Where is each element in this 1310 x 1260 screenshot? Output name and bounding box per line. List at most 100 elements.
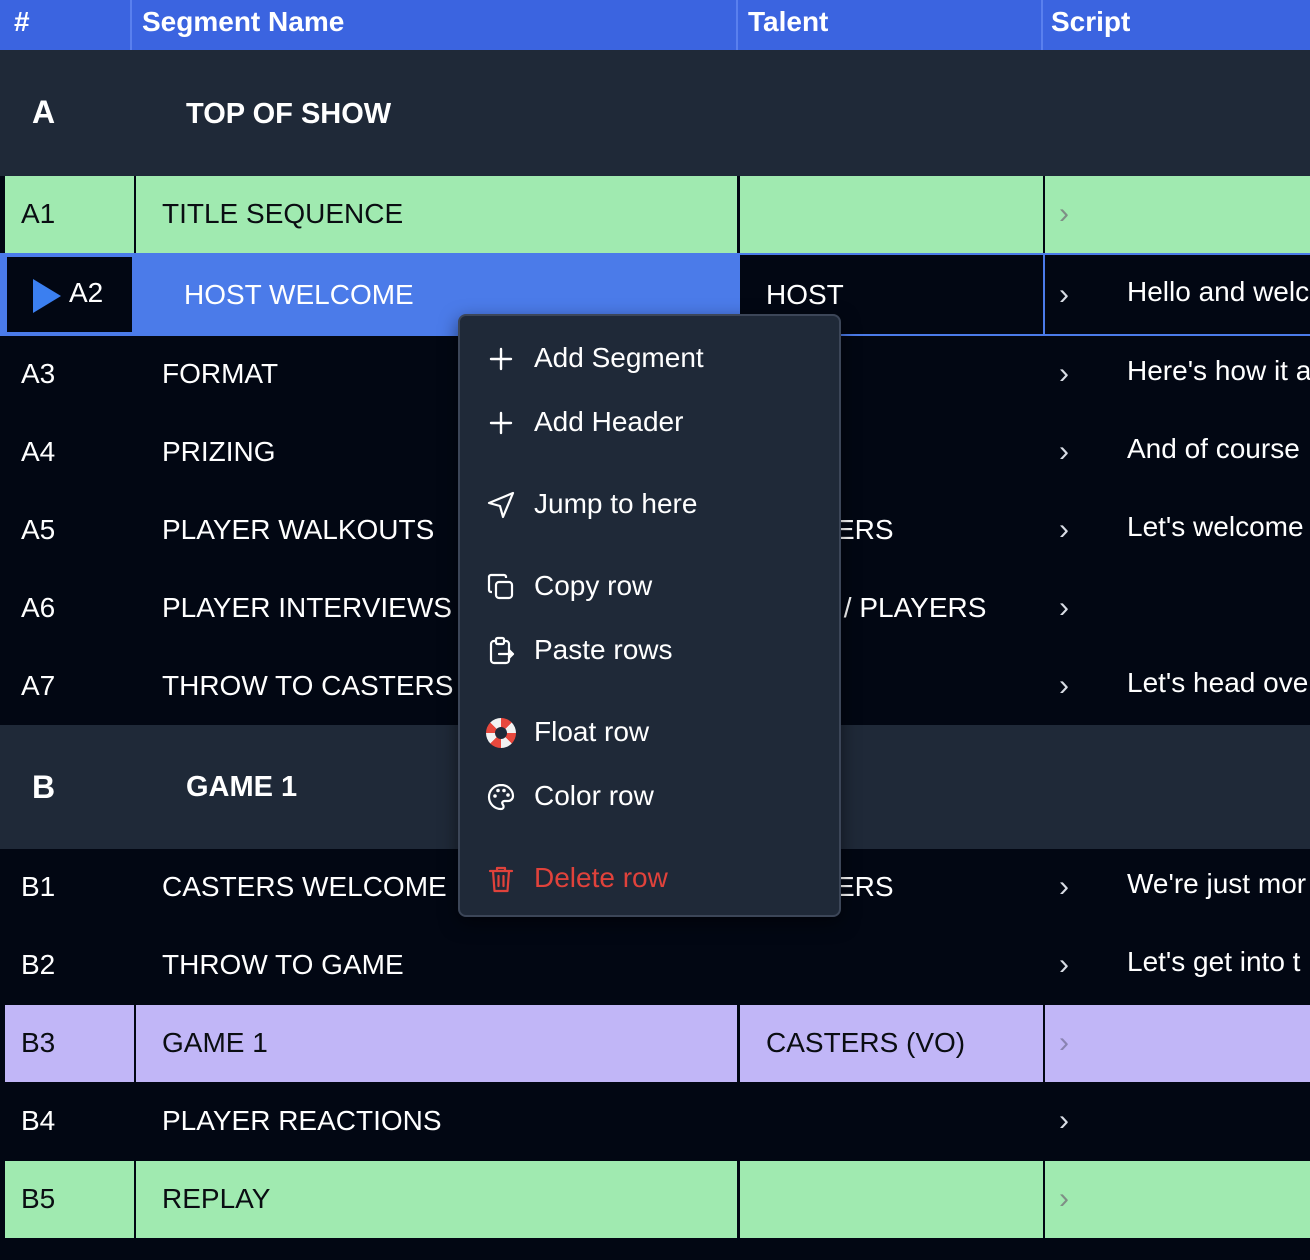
row-number: B5	[5, 1161, 134, 1238]
group-header-row[interactable]: A TOP OF SHOW	[0, 50, 1310, 176]
table-row[interactable]: B4 PLAYER REACTIONS ›	[0, 1083, 1310, 1161]
menu-item-label: Copy row	[534, 570, 653, 601]
play-icon	[33, 279, 61, 313]
row-number: A5	[5, 492, 134, 569]
row-number: A6	[5, 570, 134, 647]
chevron-right-icon[interactable]: ›	[1059, 927, 1069, 1003]
script-preview: Let's welcome	[1127, 511, 1304, 542]
script-cell[interactable]: ›	[1045, 570, 1310, 647]
chevron-right-icon[interactable]: ›	[1059, 492, 1069, 568]
column-header-number[interactable]: #	[0, 0, 130, 50]
table-row[interactable]: B5 REPLAY ›	[0, 1161, 1310, 1239]
menu-item-label: Add Segment	[534, 342, 704, 373]
script-cell[interactable]: › Here's how it a	[1045, 336, 1310, 413]
script-cell[interactable]: › And of course	[1045, 414, 1310, 491]
script-preview: Let's get into t	[1127, 946, 1301, 977]
table-row[interactable]: B3 GAME 1 CASTERS (VO) ›	[0, 1005, 1310, 1083]
menu-item-delete-row[interactable]: Delete row	[460, 852, 839, 904]
group-name: GAME 1	[186, 771, 298, 803]
segment-name-cell[interactable]: THROW TO GAME	[136, 927, 737, 1004]
trash-icon	[488, 866, 514, 893]
menu-item-add-header[interactable]: Add Header	[460, 396, 839, 448]
segment-name-cell[interactable]: PLAYER REACTIONS	[136, 1083, 737, 1160]
segment-name-cell[interactable]: GAME 1	[136, 1005, 737, 1082]
menu-item-add-segment[interactable]: Add Segment	[460, 332, 839, 384]
row-number: A2	[5, 255, 134, 334]
column-header-script[interactable]: Script	[1041, 0, 1310, 50]
talent-cell[interactable]	[740, 1083, 1043, 1160]
group-id: A	[32, 94, 56, 130]
script-cell[interactable]: ›	[1045, 176, 1310, 253]
menu-item-color-row[interactable]: Color row	[460, 770, 839, 822]
script-cell[interactable]: ›	[1045, 1161, 1310, 1238]
script-cell[interactable]: ›	[1045, 1005, 1310, 1082]
segment-name-cell[interactable]: REPLAY	[136, 1161, 737, 1238]
menu-item-copy-row[interactable]: Copy row	[460, 560, 839, 612]
chevron-right-icon[interactable]: ›	[1059, 414, 1069, 490]
chevron-right-icon[interactable]: ›	[1059, 849, 1069, 925]
copy-icon	[487, 573, 514, 600]
script-preview: We're just mor	[1127, 868, 1307, 899]
script-cell[interactable]: ›	[1045, 1083, 1310, 1160]
menu-item-label: Color row	[534, 780, 654, 811]
row-number: B2	[5, 927, 134, 1004]
table-row[interactable]	[0, 1239, 1310, 1260]
segment-name-cell[interactable]: TITLE SEQUENCE	[136, 176, 737, 253]
clipboard-icon	[489, 636, 515, 665]
table-row[interactable]: B2 THROW TO GAME › Let's get into t	[0, 927, 1310, 1005]
row-number: B4	[5, 1083, 134, 1160]
script-cell[interactable]: › Let's welcome	[1045, 492, 1310, 569]
script-cell[interactable]	[1045, 1239, 1310, 1260]
plus-icon	[489, 411, 513, 435]
chevron-right-icon[interactable]: ›	[1059, 570, 1069, 646]
chevron-right-icon[interactable]: ›	[1059, 255, 1069, 334]
menu-item-label: Delete row	[534, 862, 668, 893]
talent-cell[interactable]	[740, 176, 1043, 253]
talent-cell[interactable]	[740, 1161, 1043, 1238]
row-context-menu: Add Segment Add Header Jump to here Copy…	[458, 314, 841, 917]
row-number	[5, 1239, 134, 1260]
talent-cell[interactable]	[740, 1239, 1043, 1260]
segment-name-cell[interactable]	[136, 1239, 737, 1260]
chevron-right-icon[interactable]: ›	[1059, 1005, 1069, 1081]
chevron-right-icon[interactable]: ›	[1059, 176, 1069, 252]
group-id: B	[32, 769, 56, 805]
plus-icon	[489, 347, 513, 371]
row-number: A4	[5, 414, 134, 491]
row-number: B3	[5, 1005, 134, 1082]
talent-cell[interactable]: CASTERS (VO)	[740, 1005, 1043, 1082]
chevron-right-icon[interactable]: ›	[1059, 1161, 1069, 1237]
row-number: B1	[5, 849, 134, 926]
table-row[interactable]: A1 TITLE SEQUENCE ›	[0, 176, 1310, 254]
menu-item-float-row[interactable]: Float row	[460, 706, 839, 758]
column-header-segment-name[interactable]: Segment Name	[130, 0, 736, 50]
lifebuoy-icon	[486, 718, 516, 748]
talent-cell[interactable]	[740, 927, 1043, 1004]
column-header-row: # Segment Name Talent Script	[0, 0, 1310, 50]
menu-item-label: Add Header	[534, 406, 684, 437]
script-preview: And of course	[1127, 433, 1300, 464]
menu-item-paste-rows[interactable]: Paste rows	[460, 624, 839, 676]
row-number: A3	[5, 336, 134, 413]
menu-item-label: Float row	[534, 716, 650, 747]
script-cell[interactable]: › Hello and welc	[1045, 255, 1310, 334]
chevron-right-icon[interactable]: ›	[1059, 1083, 1069, 1159]
group-name: TOP OF SHOW	[186, 98, 392, 130]
column-header-talent[interactable]: Talent	[736, 0, 1041, 50]
script-cell[interactable]: › Let's get into t	[1045, 927, 1310, 1004]
chevron-right-icon[interactable]: ›	[1059, 336, 1069, 412]
script-cell[interactable]: › We're just mor	[1045, 849, 1310, 926]
menu-item-jump-to-here[interactable]: Jump to here	[460, 478, 839, 530]
menu-item-label: Paste rows	[534, 634, 673, 665]
row-number-label: A2	[69, 277, 104, 308]
menu-item-label: Jump to here	[534, 488, 698, 519]
row-number: A7	[5, 648, 134, 725]
script-cell[interactable]: › Let's head ove	[1045, 648, 1310, 725]
row-number: A1	[5, 176, 134, 253]
palette-icon	[487, 783, 515, 811]
script-preview: Here's how it a	[1127, 355, 1310, 386]
chevron-right-icon[interactable]: ›	[1059, 648, 1069, 724]
navigation-arrow-icon	[487, 491, 515, 519]
script-preview: Let's head ove	[1127, 667, 1309, 698]
script-preview: Hello and welc	[1127, 276, 1310, 307]
